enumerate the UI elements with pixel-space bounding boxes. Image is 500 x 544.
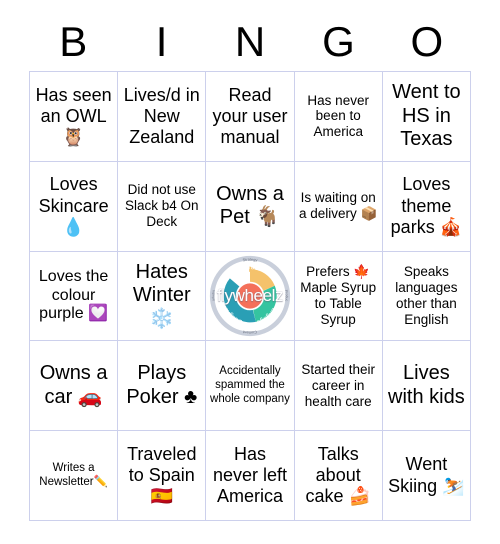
bingo-header-letter-g: G [322, 18, 355, 65]
bingo-square-label: Writes a Newsletter✏️ [39, 462, 108, 488]
bingo-square-label: Has never left America [212, 443, 288, 507]
bingo-square-free-space[interactable]: AttractEngageDelightStrategyContentMarke… [206, 251, 295, 342]
bingo-square-r5-c3[interactable]: Has never left America [206, 431, 295, 521]
bingo-header: BINGO [29, 16, 471, 68]
bingo-square-r1-c3[interactable]: Read your user manual [206, 72, 295, 162]
bingo-square-label: Went to HS in Texas [392, 81, 461, 151]
bingo-square-label: Loves the colour purple 💟 [38, 267, 109, 323]
bingo-square-r2-c3[interactable]: Owns a Pet 🐐 [206, 161, 295, 252]
bingo-square-label: Is waiting on a delivery 📦 [299, 190, 378, 222]
bingo-square-label: Started their career in health care [301, 361, 375, 409]
bingo-square-r5-c2[interactable]: Traveled to Spain 🇪🇸 [118, 431, 207, 521]
bingo-square-r5-c1[interactable]: Writes a Newsletter✏️ [30, 431, 119, 521]
bingo-square-label: Prefers 🍁 Maple Syrup to Table Syrup [300, 264, 377, 327]
bingo-square-r2-c2[interactable]: Did not use Slack b4 On Deck [118, 161, 207, 252]
bingo-square-r4-c5[interactable]: Lives with kids [382, 341, 471, 432]
bingo-square-label: Owns a Pet 🐐 [216, 182, 284, 229]
bingo-square-label: Read your user manual [212, 84, 288, 148]
bingo-square-r1-c1[interactable]: Has seen an OWL 🦉 [30, 72, 119, 162]
bingo-grid: Has seen an OWL 🦉 Lives/d in New Zealand R… [29, 71, 471, 521]
bingo-square-label: Has seen an OWL 🦉 [35, 84, 112, 148]
bingo-square-label: Hates Winter ❄️ [132, 260, 191, 330]
bingo-square-r2-c4[interactable]: Is waiting on a delivery 📦 [294, 161, 383, 252]
bingo-header-letter-b: B [59, 18, 88, 65]
bingo-square-label: Did not use Slack b4 On Deck [125, 182, 199, 230]
bingo-square-label: Lives/d in New Zealand [123, 84, 200, 148]
bingo-square-label: Accidentally spammed the whole company [210, 365, 290, 405]
bingo-square-r1-c4[interactable]: Has never been to America [294, 72, 383, 162]
bingo-square-label: Owns a car 🚗 [39, 362, 108, 408]
bingo-square-r1-c5[interactable]: Went to HS in Texas [382, 72, 471, 162]
bingo-square-r2-c1[interactable]: Loves Skincare 💧 [30, 161, 119, 252]
bingo-square-label: Loves theme parks 🎪 [390, 174, 463, 237]
bingo-square-r5-c4[interactable]: Talks about cake 🍰 [294, 431, 383, 521]
bingo-square-label: Traveled to Spain 🇪🇸 [127, 443, 197, 507]
bingo-square-r3-c4[interactable]: Prefers 🍁 Maple Syrup to Table Syrup [294, 251, 383, 342]
bingo-square-label: Lives with kids [388, 362, 465, 408]
bingo-square-label: Plays Poker ♣ [126, 362, 198, 408]
bingo-header-letter-o: O [410, 18, 444, 65]
bingo-square-r3-c5[interactable]: Speaks languages other than English [382, 251, 471, 342]
bingo-square-label: Speaks languages other than English [395, 264, 458, 327]
bingo-card: B I N G O Has seen an OWL 🦉 Lives/d in New Ze… [0, 0, 500, 544]
bingo-square-r3-c1[interactable]: Loves the colour purple 💟 [30, 251, 119, 342]
bingo-square-r4-c4[interactable]: Started their career in health care [294, 341, 383, 432]
bingo-square-label: Went Skiing ⛷️ [388, 454, 465, 496]
bingo-square-label: Loves Skincare 💧 [38, 174, 109, 237]
bingo-square-r4-c3[interactable]: Accidentally spammed the whole company [206, 341, 295, 432]
bingo-square-r2-c5[interactable]: Loves theme parks 🎪 [382, 161, 471, 252]
bingo-square-r1-c2[interactable]: Lives/d in New Zealand [118, 72, 207, 162]
flywheel-logo-icon: AttractEngageDelightStrategyContentMarke… [208, 254, 292, 338]
bingo-square-label: Talks about cake 🍰 [305, 443, 371, 507]
bingo-header-letter-i: I [155, 18, 168, 65]
bingo-square-r4-c2[interactable]: Plays Poker ♣ [118, 341, 207, 432]
bingo-square-r3-c2[interactable]: Hates Winter ❄️ [118, 251, 207, 342]
bingo-square-r5-c5[interactable]: Went Skiing ⛷️ [382, 431, 471, 521]
bingo-square-label: Has never been to America [307, 92, 369, 140]
bingo-header-letter-n: N [234, 18, 266, 65]
bingo-square-r4-c1[interactable]: Owns a car 🚗 [30, 341, 119, 432]
